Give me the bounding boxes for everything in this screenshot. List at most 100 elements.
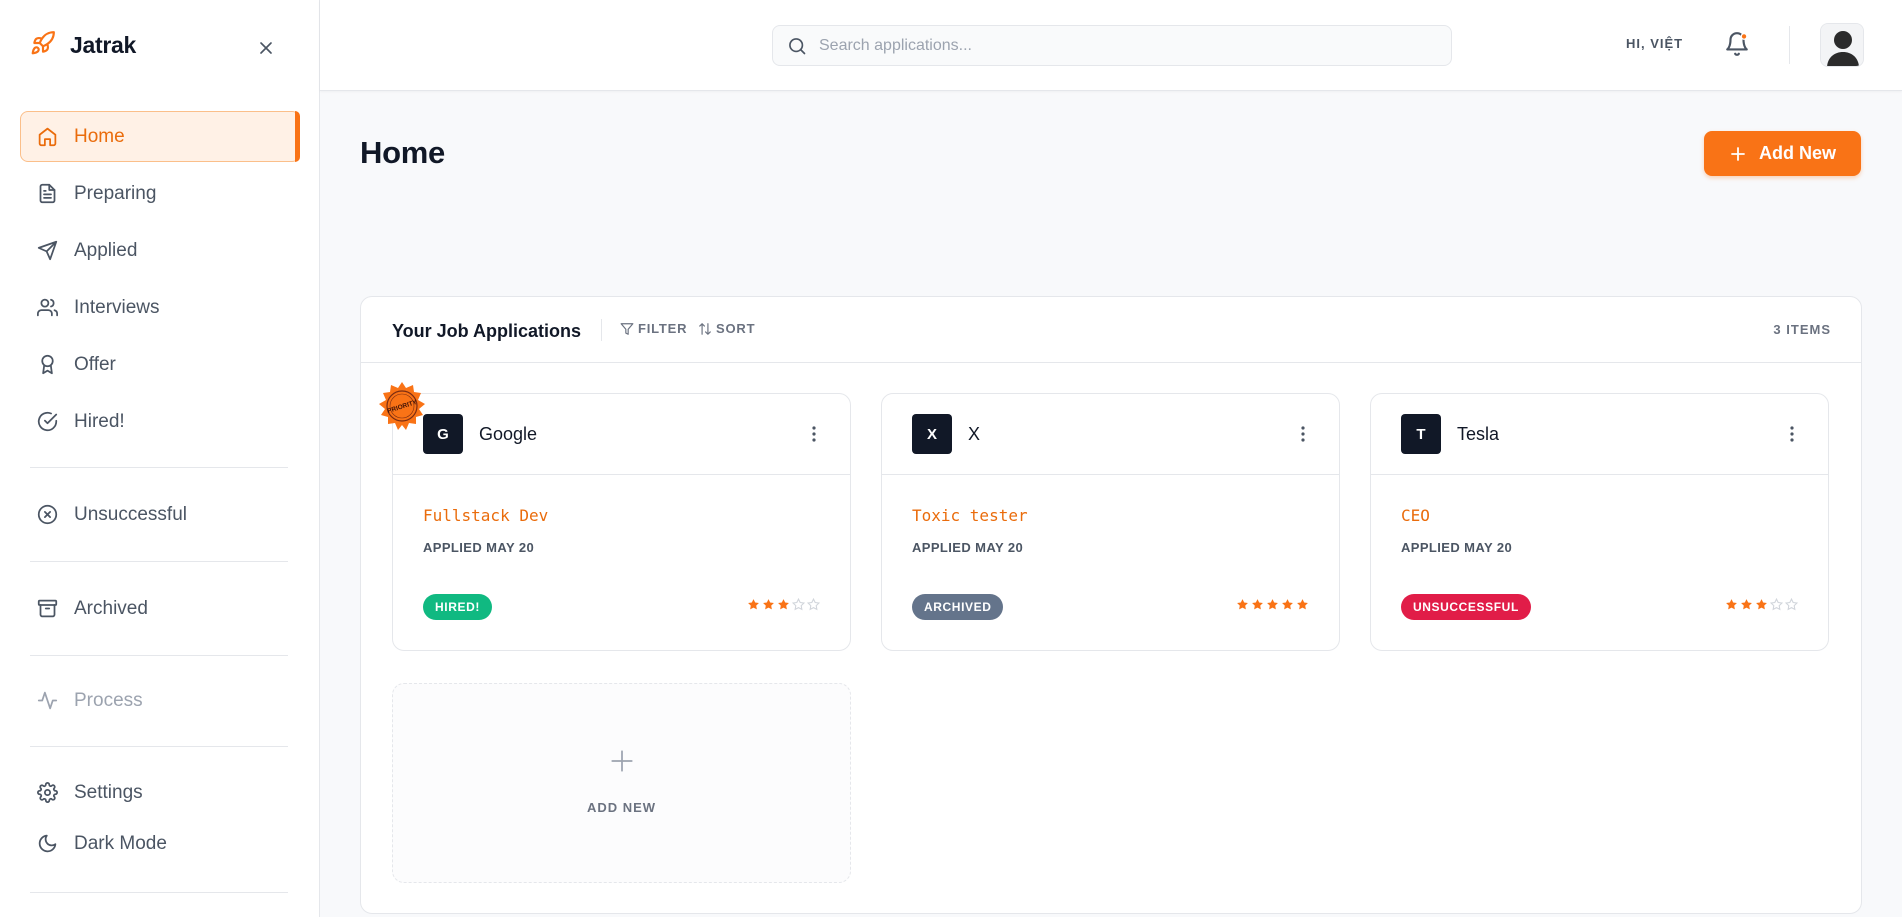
sidebar-item-offer[interactable]: Offer [20,339,300,390]
sidebar-item-label: Dark Mode [74,832,167,854]
star-filled-icon [1267,599,1278,610]
sidebar-item-label: Archived [74,597,148,619]
star-empty-icon [1770,598,1783,611]
sidebar-nav: Home Preparing Applied Interviews Offer … [20,111,300,453]
sidebar-divider [30,746,288,747]
archive-icon [36,598,58,620]
add-new-label: Add New [1758,143,1836,163]
more-vertical-icon [1301,426,1305,442]
application-card-google[interactable]: G Google Fullstack Dev APPLIED MAY 20 HI… [392,393,851,651]
panel-header: Your Job Applications FILTER SORT 3 ITEM… [361,297,1861,363]
sort-button[interactable]: SORT [698,321,755,336]
brand[interactable]: Jatrak [30,30,136,61]
sidebar-item-hired[interactable]: Hired! [20,396,300,447]
applied-date: APPLIED MAY 20 [423,540,535,555]
status-badge: UNSUCCESSFUL [1401,594,1531,620]
close-sidebar-button[interactable] [252,34,280,62]
sidebar-item-preparing[interactable]: Preparing [20,168,300,219]
more-vertical-icon [812,426,816,442]
company-name: Google [479,424,538,444]
sidebar-item-archived[interactable]: Archived [20,583,300,634]
job-role: Toxic tester [912,506,1028,525]
more-vertical-icon [1790,426,1794,442]
sidebar-divider [30,467,288,468]
card-menu-button[interactable] [808,424,820,444]
card-menu-button[interactable] [1297,424,1309,444]
priority-seal-icon: PRIORITY [379,382,425,430]
sidebar-item-label: Offer [74,353,116,375]
company-logo: T [1401,414,1441,454]
star-filled-icon [1726,599,1737,610]
add-new-button[interactable]: Add New [1704,131,1861,176]
add-application-card[interactable]: ADD NEW [392,683,851,883]
sidebar-item-settings[interactable]: Settings [20,767,300,818]
card-menu-button[interactable] [1786,424,1798,444]
star-filled-icon [1282,599,1293,610]
users-icon [36,297,58,319]
moon-icon [36,833,58,855]
add-new-card-label: ADD NEW [586,800,657,815]
award-icon [36,354,58,376]
application-card-tesla[interactable]: T Tesla CEO APPLIED MAY 20 UNSUCCESSFUL [1370,393,1829,651]
header-divider [601,319,602,341]
document-icon [36,183,58,205]
items-count: 3 ITEMS [1773,322,1831,337]
star-filled-icon [778,599,789,610]
sidebar-item-label: Applied [74,239,138,261]
rating-stars [1236,598,1309,611]
company-name: X [968,424,981,444]
app-name: Jatrak [70,32,136,58]
dark-mode-toggle[interactable]: Dark Mode [20,818,300,869]
status-badge: HIRED! [423,594,492,620]
card-header: X X [882,394,1339,475]
company-name: Tesla [1457,424,1500,444]
rating-stars [747,598,820,611]
company-logo: X [912,414,952,454]
avatar[interactable] [1820,23,1864,67]
sidebar-item-unsuccessful[interactable]: Unsuccessful [20,489,300,540]
sidebar-item-label: Hired! [74,410,125,432]
sidebar-item-label: Process [74,689,143,711]
applied-date: APPLIED MAY 20 [912,540,1024,555]
user-silhouette-icon [1821,24,1863,66]
sidebar-item-label: Interviews [74,296,160,318]
activity-icon [36,690,58,712]
rating-stars [1725,598,1798,611]
sidebar-item-label: Home [74,125,125,147]
star-filled-icon [1237,599,1248,610]
status-badge: ARCHIVED [912,594,1004,620]
sidebar-item-label: Settings [74,781,143,803]
notifications-button[interactable] [1724,31,1752,59]
card-header: T Tesla [1371,394,1828,475]
job-role: CEO [1401,506,1430,525]
star-filled-icon [1252,599,1263,610]
sidebar-item-interviews[interactable]: Interviews [20,282,300,333]
user-greeting: HI, VIỆT [1626,36,1684,51]
filter-button[interactable]: FILTER [620,321,687,336]
sort-label: SORT [716,321,756,336]
applied-date: APPLIED MAY 20 [1401,540,1513,555]
send-icon [36,240,58,262]
sidebar-item-label: Preparing [74,182,157,204]
sidebar-divider [30,561,288,562]
home-icon [36,126,58,148]
sidebar-divider [30,892,288,893]
sidebar-item-home[interactable]: Home [20,111,300,162]
application-card-x[interactable]: X X Toxic tester APPLIED MAY 20 ARCHIVED [881,393,1340,651]
card-header: G Google [393,394,850,475]
job-role: Fullstack Dev [423,506,549,525]
search-box[interactable] [772,25,1452,66]
close-icon [260,42,272,54]
company-logo: G [423,414,463,454]
sidebar-item-label: Unsuccessful [74,503,187,525]
filter-label: FILTER [638,321,688,336]
star-filled-icon [1756,599,1767,610]
star-filled-icon [748,599,759,610]
topbar-divider [1789,26,1790,64]
star-filled-icon [1297,599,1308,610]
page-title: Home [360,135,445,170]
bell-icon [1726,32,1748,56]
star-empty-icon [792,598,805,611]
search-input[interactable] [819,36,1419,55]
sidebar-item-applied[interactable]: Applied [20,225,300,276]
